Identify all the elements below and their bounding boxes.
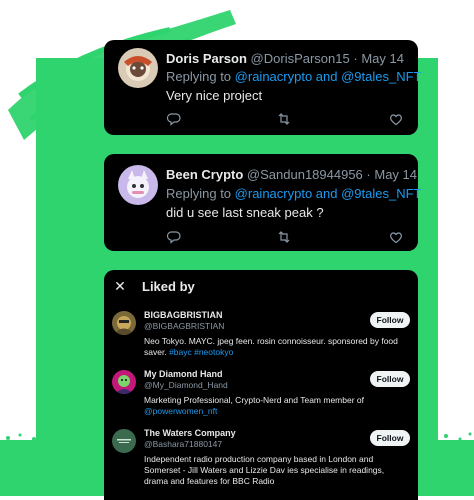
- tweet-header: Doris Parson @DorisParson15 · May 14: [166, 51, 404, 66]
- tweet-text: Very nice project: [166, 88, 263, 103]
- liked-by-user[interactable]: The Waters Company @Bashara71880147 Inde…: [104, 428, 418, 498]
- user-handle[interactable]: @BIGBAGBRISTIAN: [144, 321, 224, 331]
- user-bio: Neo Tokyo. MAYC. jpeg feen. rosin connoi…: [144, 336, 406, 358]
- replying-to-label: Replying to: [166, 186, 232, 201]
- replying-to-mentions[interactable]: @rainacrypto and @9tales_NFT: [235, 69, 422, 84]
- user-name[interactable]: BIGBAGBRISTIAN: [144, 310, 223, 320]
- follow-button[interactable]: Follow: [370, 312, 410, 328]
- like-icon[interactable]: [388, 229, 404, 245]
- retweet-icon[interactable]: [276, 229, 292, 245]
- retweet-icon[interactable]: [276, 111, 292, 127]
- tweet-card[interactable]: Doris Parson @DorisParson15 · May 14 Rep…: [104, 40, 421, 135]
- replying-to-label: Replying to: [166, 69, 232, 84]
- avatar[interactable]: [118, 48, 158, 88]
- avatar[interactable]: [112, 311, 136, 335]
- tweet-header: Been Crypto @Sandun18944956 · May 14: [166, 167, 417, 182]
- tweet-actions: [166, 111, 406, 127]
- replying-to-mentions[interactable]: @rainacrypto and @9tales_NFT: [235, 186, 422, 201]
- tweet-text: did u see last sneak peak ?: [166, 205, 324, 220]
- user-bio: Marketing Professional, Crypto-Nerd and …: [144, 395, 406, 417]
- avatar[interactable]: [118, 165, 158, 205]
- follow-button[interactable]: Follow: [370, 371, 410, 387]
- close-icon[interactable]: ✕: [112, 278, 128, 294]
- user-name[interactable]: My Diamond Hand: [144, 369, 223, 379]
- tweet-author-name[interactable]: Been Crypto: [166, 167, 243, 182]
- tweet-card[interactable]: Been Crypto @Sandun18944956 · May 14 Rep…: [104, 154, 421, 251]
- replying-to-line: Replying to @rainacrypto and @9tales_NFT: [166, 69, 421, 84]
- user-bio: Independent radio production company bas…: [144, 454, 385, 486]
- replying-to-line: Replying to @rainacrypto and @9tales_NFT: [166, 186, 421, 201]
- avatar[interactable]: [112, 429, 136, 453]
- tweet-date[interactable]: May 14: [374, 167, 417, 182]
- like-icon[interactable]: [388, 111, 404, 127]
- separator-dot: ·: [366, 167, 371, 182]
- user-bio-hashtags[interactable]: #bayc #neotokyo: [169, 347, 233, 357]
- tweet-author-name[interactable]: Doris Parson: [166, 51, 247, 66]
- tweet-actions: [166, 229, 406, 245]
- tweet-author-handle[interactable]: @DorisParson15: [251, 51, 350, 66]
- user-bio-mention[interactable]: @powerwomen_nft: [144, 406, 217, 416]
- reply-icon[interactable]: [166, 111, 182, 127]
- liked-by-panel: ✕ Liked by BIGBAGBRISTIAN @BIGBAGBRISTIA…: [104, 270, 418, 500]
- user-handle[interactable]: @Bashara71880147: [144, 439, 222, 449]
- liked-by-title: Liked by: [142, 279, 195, 294]
- separator-dot: ·: [353, 51, 358, 66]
- tweet-date[interactable]: May 14: [361, 51, 404, 66]
- avatar[interactable]: [112, 370, 136, 394]
- liked-by-user[interactable]: BIGBAGBRISTIAN @BIGBAGBRISTIAN Neo Tokyo…: [104, 310, 418, 364]
- tweet-author-handle[interactable]: @Sandun18944956: [247, 167, 363, 182]
- user-handle[interactable]: @My_Diamond_Hand: [144, 380, 228, 390]
- reply-icon[interactable]: [166, 229, 182, 245]
- user-name[interactable]: The Waters Company: [144, 428, 236, 438]
- user-bio-text: Marketing Professional, Crypto-Nerd and …: [144, 395, 364, 405]
- liked-by-user[interactable]: My Diamond Hand @My_Diamond_Hand Marketi…: [104, 369, 418, 423]
- follow-button[interactable]: Follow: [370, 430, 410, 446]
